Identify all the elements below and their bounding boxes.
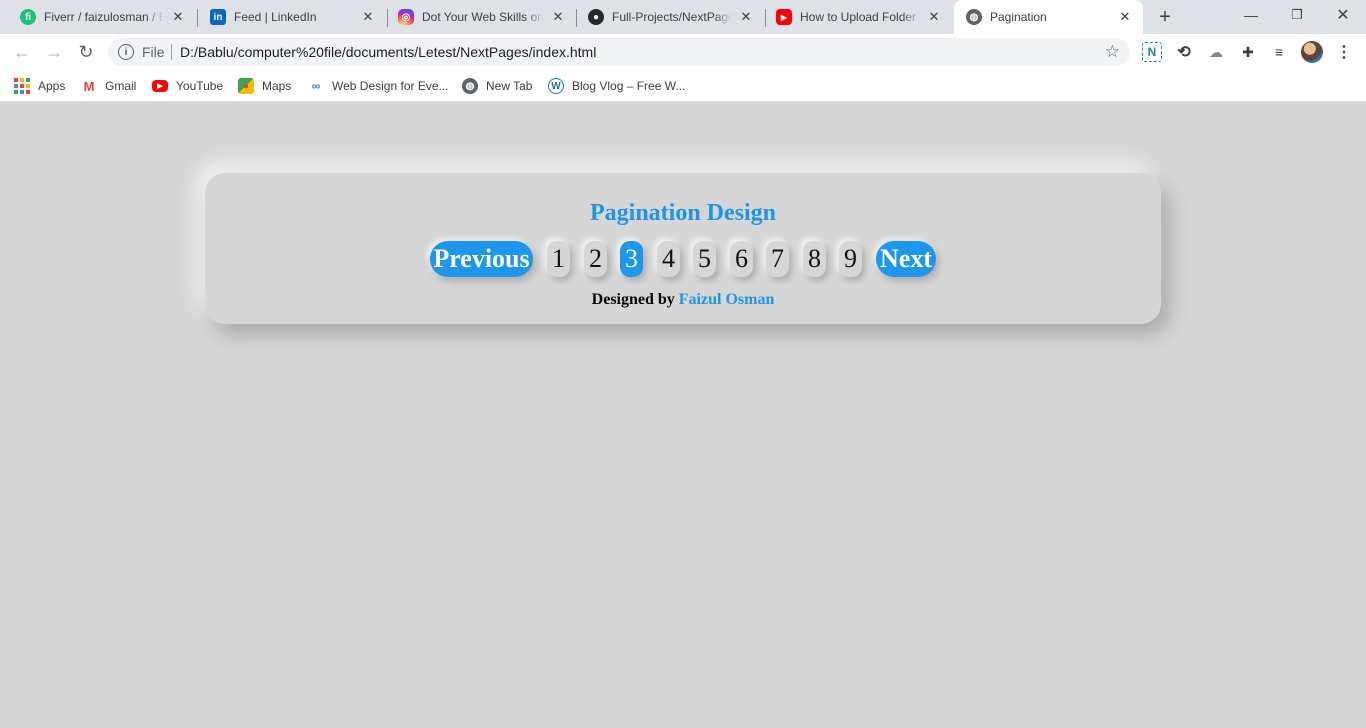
tab-fiverr[interactable]: fi Fiverr / faizulosman / Bu ✕ [8, 0, 196, 34]
globe-icon: ◍ [966, 9, 982, 25]
close-icon[interactable]: ✕ [926, 9, 942, 25]
maps-icon: ● [238, 78, 254, 94]
page-button-5[interactable]: 5 [693, 241, 716, 277]
close-icon[interactable]: ✕ [1117, 9, 1133, 25]
bookmark-label: Apps [38, 79, 66, 93]
scheme-label: File [142, 44, 165, 60]
info-icon[interactable]: i [118, 44, 134, 60]
apps-grid-icon [14, 78, 30, 94]
gmail-icon: M [83, 78, 95, 94]
media-control-icon[interactable]: ≡ [1269, 42, 1289, 62]
youtube-icon: ▶ [776, 9, 792, 25]
bookmark-apps[interactable]: Apps [14, 77, 65, 95]
menu-kebab-icon[interactable]: ⋮ [1334, 42, 1354, 62]
next-button[interactable]: Next [876, 241, 936, 277]
bookmark-label: YouTube [176, 79, 224, 93]
bookmark-new-tab[interactable]: ◍ New Tab [462, 77, 532, 95]
tab-title: Full-Projects/NextPages [612, 10, 732, 24]
tab-title: How to Upload Folder a [800, 10, 920, 24]
page-button-6[interactable]: 6 [730, 241, 753, 277]
forward-button[interactable]: → [40, 38, 68, 66]
page-button-2[interactable]: 2 [584, 241, 607, 277]
bookmark-label: Gmail [105, 79, 137, 93]
bookmark-label: New Tab [486, 79, 533, 93]
url-text[interactable]: D:/Bablu/computer%20file/documents/Letes… [180, 44, 596, 60]
tab-linkedin[interactable]: in Feed | LinkedIn ✕ [198, 0, 386, 34]
cloud-extension-icon[interactable]: ☁ [1206, 42, 1226, 62]
tab-youtube[interactable]: ▶ How to Upload Folder a ✕ [764, 0, 952, 34]
minimize-button[interactable]: — [1228, 0, 1274, 30]
page-button-8[interactable]: 8 [803, 241, 826, 277]
credit-prefix: Designed by [591, 291, 675, 308]
tab-title: Dot Your Web Skills on [422, 10, 544, 24]
page-button-9[interactable]: 9 [839, 241, 862, 277]
author-name: Faizul Osman [678, 291, 775, 308]
restore-button[interactable]: ❐ [1274, 0, 1320, 30]
tab-title: Feed | LinkedIn [234, 10, 317, 24]
close-icon[interactable]: ✕ [550, 9, 566, 25]
bookmark-star-icon[interactable]: ☆ [1105, 42, 1120, 62]
tab-pagination[interactable]: ◍ Pagination ✕ [954, 0, 1143, 34]
bookmark-youtube[interactable]: ▶ YouTube [152, 77, 223, 95]
bookmark-gmail[interactable]: M Gmail [81, 77, 137, 95]
fiverr-icon: fi [20, 9, 36, 25]
divider [171, 44, 172, 60]
bookmarks-bar: Apps M Gmail ▶ YouTube ● Maps ∞ Web Desi… [0, 70, 1366, 102]
page-button-7[interactable]: 7 [766, 241, 789, 277]
globe-icon: ◍ [462, 78, 478, 94]
youtube-icon: ▶ [152, 80, 168, 92]
page-button-1[interactable]: 1 [547, 241, 570, 277]
previous-button[interactable]: Previous [430, 241, 533, 277]
browser-toolbar: ← → ↻ i File D:/Bablu/computer%20file/do… [0, 34, 1366, 70]
credit-line: Designed by Faizul Osman [205, 291, 1161, 309]
page-button-4[interactable]: 4 [657, 241, 680, 277]
bookmark-maps[interactable]: ● Maps [238, 77, 291, 95]
tab-title: Pagination [990, 10, 1047, 24]
instagram-icon: ◎ [398, 9, 414, 25]
bookmark-blog-vlog[interactable]: W Blog Vlog – Free W... [548, 77, 685, 95]
page-button-3[interactable]: 3 [620, 241, 643, 277]
bookmark-label: Maps [262, 79, 292, 93]
bookmark-label: Blog Vlog – Free W... [572, 79, 686, 93]
reload-button[interactable]: ↻ [72, 38, 100, 66]
back-button[interactable]: ← [8, 38, 36, 66]
github-icon: ● [588, 9, 604, 25]
tab-title: Fiverr / faizulosman / Bu [44, 10, 164, 24]
close-icon[interactable]: ✕ [170, 9, 186, 25]
tab-github[interactable]: ● Full-Projects/NextPages ✕ [576, 0, 764, 34]
extensions-puzzle-icon[interactable]: ✚ [1238, 42, 1258, 62]
pagination-card: Pagination Design Previous 1 2 3 4 5 6 7… [205, 173, 1161, 324]
tab-strip: fi Fiverr / faizulosman / Bu ✕ in Feed |… [0, 0, 1366, 34]
page-title: Pagination Design [589, 200, 777, 226]
close-icon[interactable]: ✕ [738, 9, 754, 25]
sync-extension-icon[interactable]: ⟲ [1174, 42, 1194, 62]
bookmark-web-design[interactable]: ∞ Web Design for Eve... [308, 77, 449, 95]
wordpress-icon: W [548, 78, 564, 94]
avatar[interactable] [1301, 41, 1323, 63]
tab-instagram[interactable]: ◎ Dot Your Web Skills on ✕ [386, 0, 576, 34]
link-icon: ∞ [311, 79, 321, 93]
address-bar[interactable]: i File D:/Bablu/computer%20file/document… [108, 38, 1130, 66]
notion-extension-icon[interactable]: N [1142, 42, 1162, 62]
bookmark-label: Web Design for Eve... [332, 79, 449, 93]
linkedin-icon: in [210, 9, 226, 25]
pagination: Previous 1 2 3 4 5 6 7 8 9 Next [430, 241, 936, 277]
window-close-button[interactable]: ✕ [1320, 0, 1366, 30]
close-icon[interactable]: ✕ [360, 9, 376, 25]
new-tab-button[interactable]: + [1154, 6, 1176, 28]
